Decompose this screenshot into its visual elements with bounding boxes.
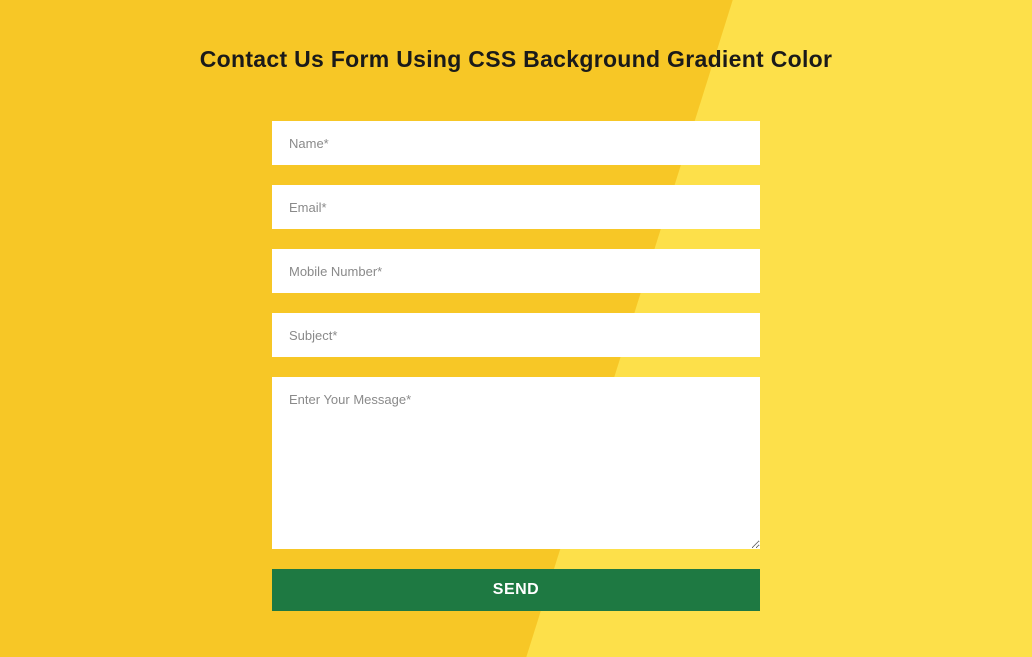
email-field[interactable] bbox=[272, 185, 760, 229]
subject-field[interactable] bbox=[272, 313, 760, 357]
page-title: Contact Us Form Using CSS Background Gra… bbox=[200, 46, 833, 73]
mobile-field[interactable] bbox=[272, 249, 760, 293]
contact-form: SEND bbox=[272, 121, 760, 611]
send-button[interactable]: SEND bbox=[272, 569, 760, 611]
message-field[interactable] bbox=[272, 377, 760, 549]
name-field[interactable] bbox=[272, 121, 760, 165]
main-container: Contact Us Form Using CSS Background Gra… bbox=[0, 0, 1032, 611]
